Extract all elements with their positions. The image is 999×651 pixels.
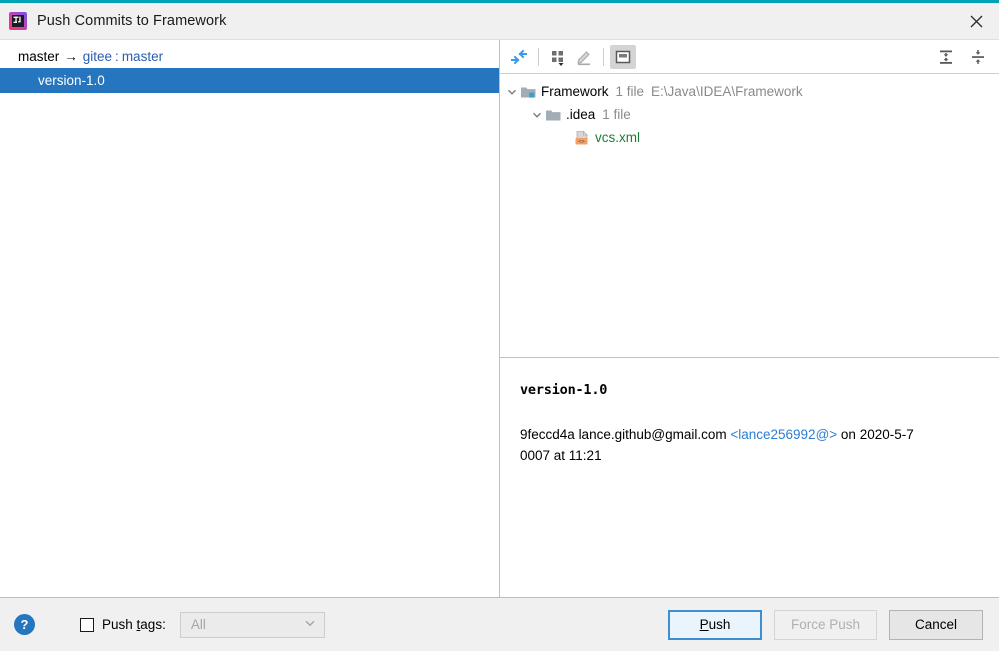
expand-all-button[interactable] — [933, 45, 959, 69]
push-commits-dialog: Push Commits to Framework master → gitee… — [0, 0, 999, 651]
commit-detail-subject: version-1.0 — [520, 382, 608, 398]
changes-toolbar — [500, 40, 999, 74]
chevron-down-icon[interactable] — [504, 84, 520, 100]
commit-detail-meta: 9feccd4a lance.github@gmail.com <lance25… — [520, 424, 920, 466]
tree-node-filecount: 1 file — [615, 84, 645, 99]
group-by-button[interactable] — [545, 45, 571, 69]
push-tags-label-prefix: Push — [102, 617, 137, 632]
commit-author-handle[interactable]: <lance256992@> — [730, 427, 837, 442]
close-button[interactable] — [953, 3, 999, 39]
push-tags-group: Push tags: All — [80, 611, 325, 638]
preview-diff-icon — [615, 50, 631, 63]
module-folder-icon — [520, 84, 537, 100]
push-tags-combobox[interactable]: All — [179, 611, 325, 638]
tree-node-path: E:\Java\IDEA\Framework — [651, 84, 803, 99]
push-tags-checkbox[interactable] — [80, 617, 94, 632]
push-tags-label[interactable]: Push tags: — [102, 617, 166, 632]
folder-icon — [545, 107, 562, 123]
changes-panel: Framework 1 file E:\Java\IDEA\Framework — [500, 40, 999, 597]
dialog-content: master → gitee : master version-1.0 Fram… — [0, 40, 999, 597]
arrow-icon: → — [64, 48, 78, 64]
branch-separator: : — [115, 48, 119, 64]
xml-file-icon: <> — [574, 130, 591, 146]
push-button-mnemonic: P — [699, 617, 709, 632]
edit-pencil-icon — [577, 50, 590, 65]
tree-node-label: Framework — [541, 84, 609, 99]
tree-node-vcs-xml[interactable]: <> vcs.xml — [500, 126, 999, 149]
tree-node-idea[interactable]: .idea 1 file — [500, 103, 999, 126]
commit-list-panel[interactable]: master → gitee : master version-1.0 — [0, 40, 500, 597]
commit-hash: 9feccd4a — [520, 427, 575, 442]
target-branch-label[interactable]: master — [122, 49, 163, 64]
commit-list-item[interactable]: version-1.0 — [0, 68, 499, 93]
repository-branch-row[interactable]: master → gitee : master — [0, 44, 499, 68]
push-button-label-rest: ush — [708, 617, 731, 632]
dialog-titlebar: Push Commits to Framework — [0, 3, 999, 40]
tree-node-label: vcs.xml — [595, 130, 640, 145]
commit-author-email: lance.github@gmail.com — [578, 427, 727, 442]
commit-details-panel: version-1.0 9feccd4a lance.github@gmail.… — [500, 357, 999, 597]
help-icon[interactable]: ? — [14, 614, 35, 635]
close-icon — [970, 15, 982, 27]
push-tags-combo-value: All — [190, 617, 206, 632]
changed-files-tree[interactable]: Framework 1 file E:\Java\IDEA\Framework — [500, 74, 999, 357]
commit-subject-label: version-1.0 — [38, 73, 105, 88]
toolbar-separator-2 — [603, 47, 604, 66]
tree-node-filecount: 1 file — [602, 107, 631, 122]
expand-collapse-arrows-button[interactable] — [506, 45, 532, 69]
tree-node-label: .idea — [566, 107, 596, 122]
collapse-all-icon — [972, 49, 984, 64]
chevron-down-icon — [304, 617, 316, 632]
remote-name-label[interactable]: gitee — [83, 49, 112, 64]
edit-source-button[interactable] — [571, 45, 597, 69]
source-branch-label: master — [18, 48, 60, 64]
toolbar-separator-1 — [538, 47, 539, 66]
dialog-title: Push Commits to Framework — [37, 13, 227, 29]
preview-diff-button[interactable] — [610, 44, 636, 69]
toolbar-right-group — [933, 45, 991, 69]
collapse-arrows-icon — [511, 49, 527, 64]
chevron-down-icon[interactable] — [529, 107, 545, 123]
push-tags-label-suffix: ags: — [140, 617, 166, 632]
force-push-button: Force Push — [773, 609, 877, 640]
cancel-button[interactable]: Cancel — [889, 609, 983, 640]
dialog-footer: ? Push tags: All Push Force Push Cancel — [0, 597, 999, 651]
collapse-all-button[interactable] — [965, 45, 991, 69]
expand-all-icon — [940, 50, 952, 64]
commit-on-word: on — [840, 427, 856, 442]
push-button[interactable]: Push — [667, 609, 762, 640]
svg-text:<>: <> — [578, 139, 585, 145]
intellij-idea-logo-icon — [9, 12, 27, 30]
group-by-icon — [552, 50, 564, 66]
tree-node-framework[interactable]: Framework 1 file E:\Java\IDEA\Framework — [500, 80, 999, 103]
